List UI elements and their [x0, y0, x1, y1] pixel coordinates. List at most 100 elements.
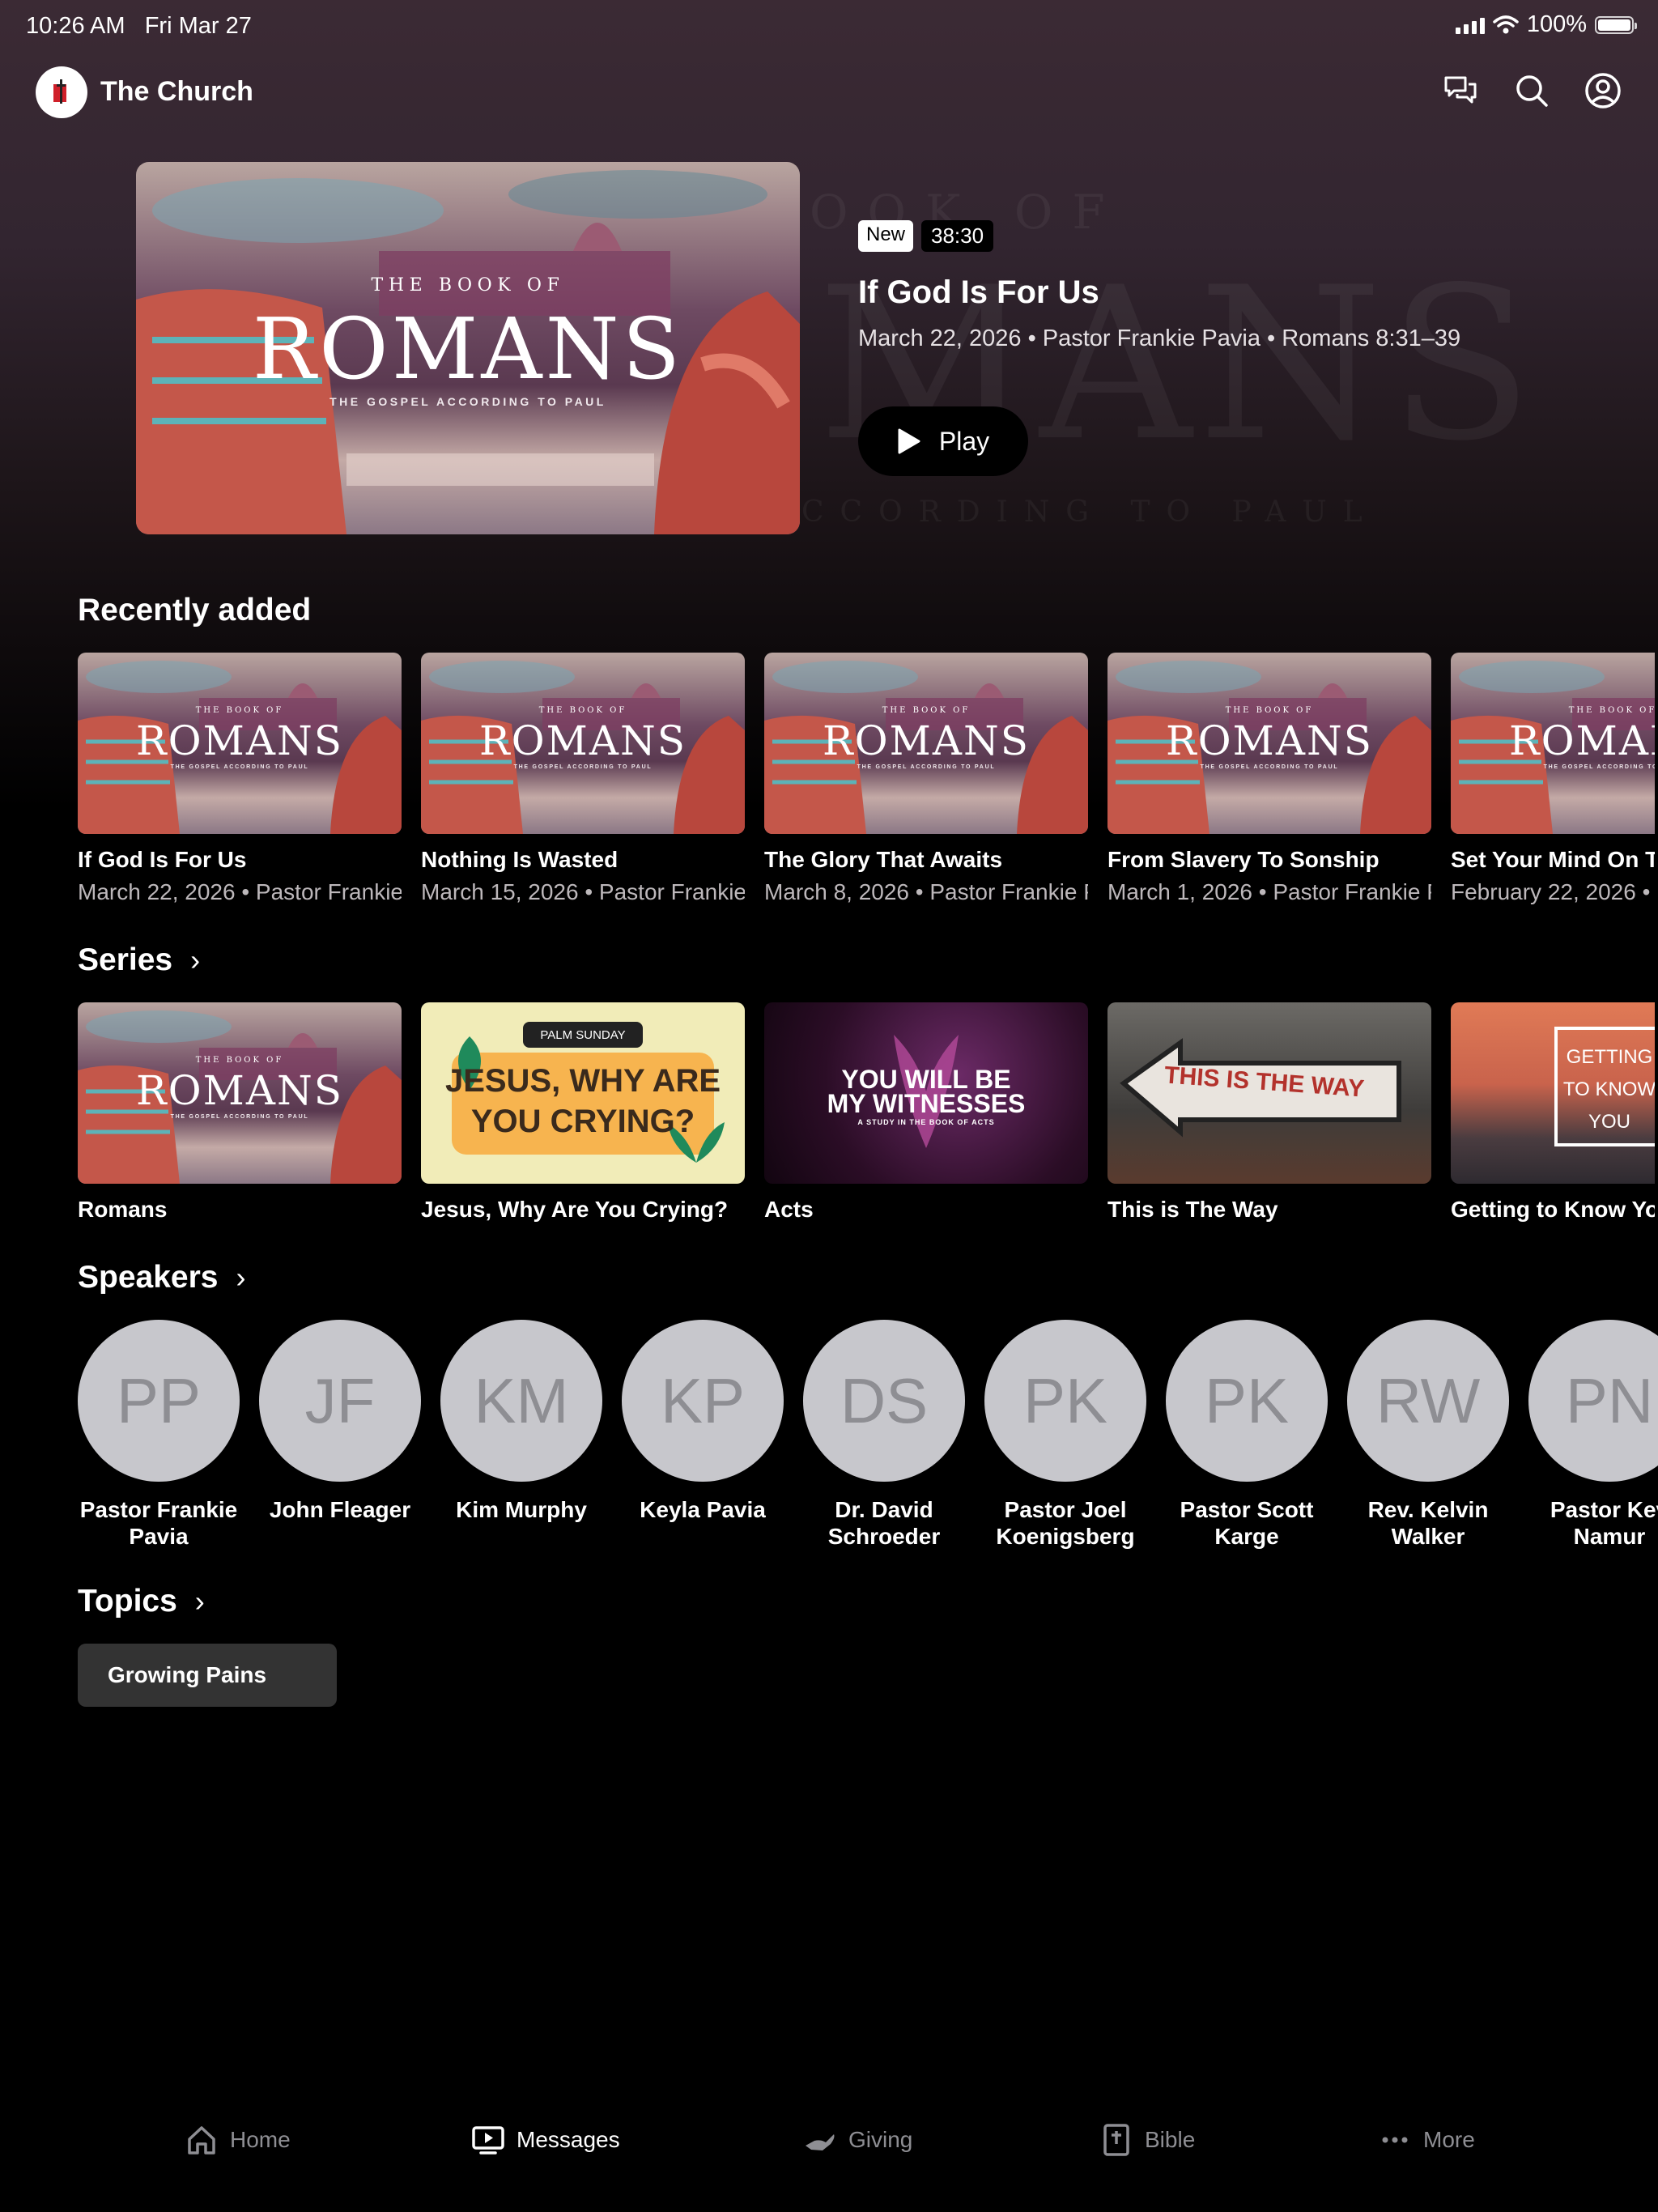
series-title: Jesus, Why Are You Crying? [421, 1197, 729, 1222]
romans-artwork: THE BOOK OFROMANSTHE GOSPEL ACCORDING TO… [78, 653, 402, 834]
backdrop-text-bottom: CCORDING TO PAUL [801, 496, 1379, 529]
artwork-subtitle-top: THE BOOK OF [371, 275, 565, 296]
church-logo-icon [53, 79, 66, 104]
message-meta: March 22, 2026 • Pastor Frankie Pavia [78, 879, 402, 904]
new-badge: New [858, 220, 914, 252]
romans-artwork: THE BOOK OFROMANSTHE GOSPEL ACCORDING TO… [1451, 653, 1655, 834]
message-title: The Glory That Awaits [764, 847, 1003, 872]
tab-label: Messages [517, 2127, 620, 2152]
status-time: 10:26 AM [26, 13, 125, 39]
featured-info: New 38:30 If God Is For Us March 22, 202… [858, 220, 1460, 352]
romans-artwork: THE BOOK OFROMANSTHE GOSPEL ACCORDING TO… [1107, 653, 1431, 834]
artwork-subtitle-bottom: THE GOSPEL ACCORDING TO PAUL [329, 395, 606, 408]
message-card[interactable]: THE BOOK OFROMANSTHE GOSPEL ACCORDING TO… [78, 653, 402, 905]
message-meta: March 15, 2026 • Pastor Frankie Pavia [421, 879, 745, 904]
speaker-name: John Fleager [269, 1497, 411, 1522]
more-dots-icon [1382, 2137, 1408, 2143]
series-art-sub: A STUDY IN THE BOOK OF ACTS [857, 1118, 995, 1126]
series-art-line3: YOU [1588, 1111, 1630, 1133]
giving-hand-icon [806, 2134, 835, 2150]
church-logo[interactable] [36, 66, 87, 118]
speaker-name: Pastor Kev Namur [1550, 1497, 1658, 1549]
speaker-name: Rev. Kelvin Walker [1367, 1497, 1489, 1549]
duration-badge: 38:30 [921, 220, 994, 252]
featured-artwork[interactable]: THE BOOK OF ROMANS THE GOSPEL ACCORDING … [136, 162, 800, 534]
message-card[interactable]: THE BOOK OFROMANSTHE GOSPEL ACCORDING TO… [1107, 653, 1431, 905]
romans-artwork: THE BOOK OFROMANSTHE GOSPEL ACCORDING TO… [78, 1002, 402, 1184]
play-icon [898, 428, 920, 454]
message-card[interactable]: THE BOOK OFROMANSTHE GOSPEL ACCORDING TO… [421, 653, 745, 905]
avatar: PN [1528, 1320, 1658, 1482]
series-thumbnail: YOU WILL BE MY WITNESSES A STUDY IN THE … [764, 1002, 1088, 1184]
series-heading[interactable]: Series › [78, 942, 200, 978]
tab-bible[interactable]: Bible [1099, 2123, 1195, 2157]
speaker-item[interactable]: PN Pastor Kev Namur [1528, 1320, 1658, 1550]
speaker-item[interactable]: PK Pastor Joel Koenigsberg [984, 1320, 1146, 1550]
tab-bar: Home Messages Giving Bible More [0, 2105, 1658, 2178]
avatar: PK [984, 1320, 1146, 1482]
series-art-line2: TO KNOW [1562, 1078, 1655, 1100]
topic-chip[interactable]: Growing Pains [78, 1644, 337, 1707]
romans-artwork: THE BOOK OFROMANSTHE GOSPEL ACCORDING TO… [764, 653, 1088, 834]
topics-heading[interactable]: Topics › [78, 1584, 205, 1619]
series-art-line1: YOU WILL BE [841, 1065, 1011, 1094]
avatar: RW [1347, 1320, 1509, 1482]
speaker-item[interactable]: RW Rev. Kelvin Walker [1347, 1320, 1509, 1550]
search-icon[interactable] [1512, 71, 1551, 110]
chat-icon[interactable] [1441, 71, 1480, 110]
series-art-line2: YOU CRYING? [470, 1104, 695, 1139]
status-date: Fri Mar 27 [144, 13, 252, 39]
recently-added-row: THE BOOK OF ROMANS THE GOSPEL ACCORDING TO… [78, 653, 1655, 905]
play-label: Play [938, 426, 990, 456]
avatar: KP [622, 1320, 784, 1482]
series-art-tag: PALM SUNDAY [523, 1022, 643, 1048]
series-art-line2: MY WITNESSES [827, 1089, 1026, 1118]
tv-play-icon [472, 2126, 504, 2155]
speakers-row: PP Pastor Frankie Pavia JF John Fleager KM… [78, 1320, 1658, 1550]
recently-added-heading: Recently added [78, 593, 312, 627]
message-title: If God Is For Us [78, 847, 247, 872]
battery-icon [1595, 15, 1637, 34]
battery-percent: 100% [1526, 11, 1587, 37]
series-title: This is The Way [1107, 1197, 1278, 1222]
series-title: Acts [764, 1197, 814, 1222]
message-card[interactable]: THE BOOK OFROMANSTHE GOSPEL ACCORDING TO… [1451, 653, 1655, 905]
status-bar: 10:26 AM Fri Mar 27 100% [0, 0, 1658, 52]
speaker-item[interactable]: KP Keyla Pavia [622, 1320, 784, 1550]
tab-giving[interactable]: Giving [803, 2123, 912, 2157]
series-card[interactable]: PALM SUNDAY JESUS, WHY ARE YOU CRYING? J… [421, 1002, 745, 1223]
tab-messages[interactable]: Messages [471, 2123, 620, 2157]
avatar: KM [440, 1320, 602, 1482]
series-card[interactable]: YOU WILL BE MY WITNESSES A STUDY IN THE … [764, 1002, 1088, 1223]
romans-artwork: THE BOOK OF ROMANS THE GOSPEL ACCORDING … [136, 162, 800, 534]
speaker-item[interactable]: JF John Fleager [259, 1320, 421, 1550]
avatar: JF [259, 1320, 421, 1482]
series-card[interactable]: THIS IS THE WAY This is The Way [1107, 1002, 1431, 1223]
speaker-item[interactable]: KM Kim Murphy [440, 1320, 602, 1550]
message-title: Nothing Is Wasted [421, 847, 619, 872]
play-button[interactable]: Play [858, 406, 1028, 476]
message-meta: March 1, 2026 • Pastor Frankie Pavia [1107, 879, 1431, 904]
series-art-line1: GETTING [1566, 1046, 1653, 1068]
speakers-heading[interactable]: Speakers › [78, 1260, 245, 1295]
message-meta: March 8, 2026 • Pastor Frankie Pavia [764, 879, 1088, 904]
speaker-item[interactable]: PK Pastor Scott Karge [1166, 1320, 1328, 1550]
message-title: From Slavery To Sonship [1107, 847, 1380, 872]
message-title: Set Your Mind On T [1451, 847, 1655, 872]
message-card[interactable]: THE BOOK OFROMANSTHE GOSPEL ACCORDING TO… [764, 653, 1088, 905]
speaker-item[interactable]: DS Dr. David Schroeder [803, 1320, 965, 1550]
app-bar: The Church [36, 65, 1622, 120]
romans-artwork: THE BOOK OFROMANSTHE GOSPEL ACCORDING TO… [421, 653, 745, 834]
chevron-right-icon: › [236, 1261, 246, 1294]
speaker-name: Pastor Scott Karge [1180, 1497, 1314, 1549]
avatar: PP [78, 1320, 240, 1482]
profile-icon[interactable] [1584, 71, 1622, 110]
speaker-name: Pastor Frankie Pavia [79, 1497, 238, 1549]
series-card[interactable]: GETTING TO KNOW YOU Getting to Know Yo [1451, 1002, 1655, 1223]
speaker-item[interactable]: PP Pastor Frankie Pavia [78, 1320, 240, 1550]
tab-home[interactable]: Home [185, 2123, 291, 2157]
tab-more[interactable]: More [1378, 2123, 1475, 2157]
cellular-signal-icon [1455, 16, 1485, 34]
series-card[interactable]: THE BOOK OF ROMANS THE GOSPEL ACCORDING TO… [78, 1002, 402, 1223]
message-thumbnail: THE BOOK OFROMANSTHE GOSPEL ACCORDING TO… [78, 653, 402, 834]
